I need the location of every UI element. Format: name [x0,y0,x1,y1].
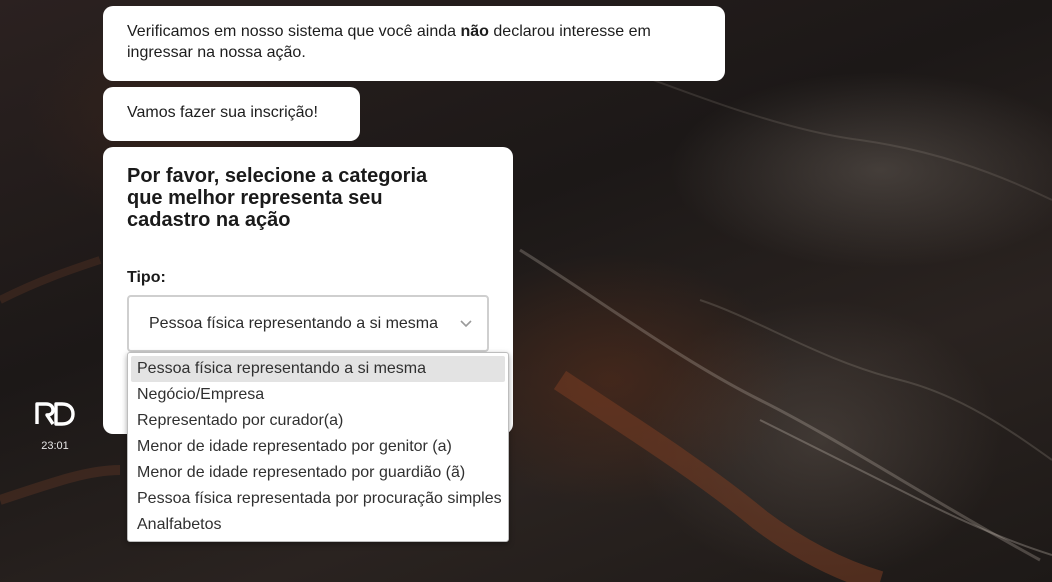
chevron-down-icon [460,320,472,328]
dropdown-option[interactable]: Pessoa física representando a si mesma [131,356,505,382]
bot-avatar: 23:01 [30,398,80,452]
message-text: Vamos fazer sua inscrição! [127,104,318,121]
rd-logo-icon [35,402,75,426]
message-timestamp: 23:01 [41,440,69,452]
dropdown-option[interactable]: Analfabetos [131,512,505,538]
bot-message-signup: Vamos fazer sua inscrição! [103,87,360,141]
dropdown-option[interactable]: Menor de idade representado por genitor … [131,434,505,460]
type-dropdown-list: Pessoa física representando a si mesma N… [127,352,509,542]
select-value: Pessoa física representando a si mesma [149,315,439,332]
message-emphasis: não [460,23,489,40]
dropdown-option[interactable]: Pessoa física representada por procuraçã… [131,486,505,512]
dropdown-option[interactable]: Representado por curador(a) [131,408,505,434]
message-text: Verificamos em nosso sistema que você ai… [127,23,461,40]
type-select[interactable]: Pessoa física representando a si mesma [127,295,489,352]
chat-background: Verificamos em nosso sistema que você ai… [0,0,1052,582]
bot-message-verification: Verificamos em nosso sistema que você ai… [103,6,725,81]
dropdown-option[interactable]: Menor de idade representado por guardião… [131,460,505,486]
type-label: Tipo: [127,269,166,286]
dropdown-option[interactable]: Negócio/Empresa [131,382,505,408]
form-question: Por favor, selecione a categoria que mel… [127,165,428,231]
